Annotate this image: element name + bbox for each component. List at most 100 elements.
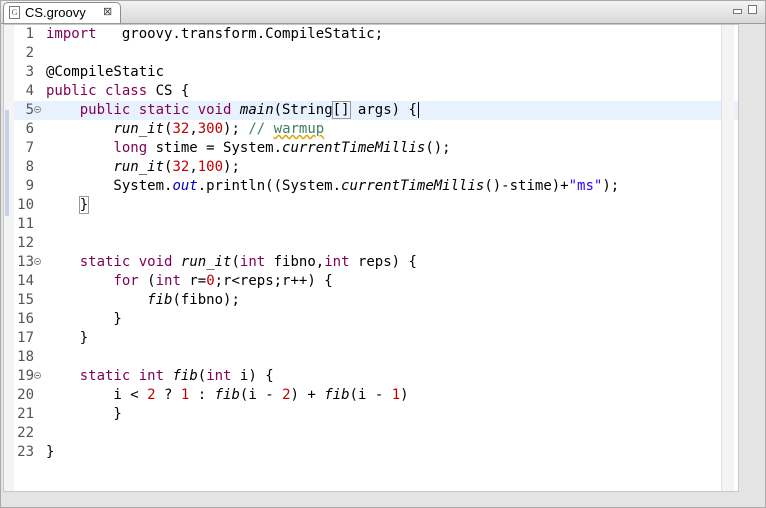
code-token: 32 xyxy=(172,159,190,175)
code-token: [] xyxy=(331,101,351,119)
code-line[interactable]: 23} xyxy=(14,443,738,462)
code-token: main xyxy=(239,102,274,118)
code-token: (fibno); xyxy=(172,292,240,308)
line-number: 17 xyxy=(17,330,34,346)
code-token: fib xyxy=(214,387,240,403)
code-token: 100 xyxy=(197,159,224,175)
code-token: 0 xyxy=(206,273,215,289)
code-line[interactable]: 1 import groovy.transform.CompileStatic; xyxy=(14,25,738,44)
line-number: 1 xyxy=(25,26,34,42)
overview-ruler[interactable] xyxy=(721,25,734,491)
code-token: 32 xyxy=(172,121,190,137)
code-token: fib xyxy=(172,368,198,384)
fold-toggle-icon[interactable] xyxy=(34,258,41,265)
code-token: } xyxy=(78,196,90,214)
text-caret xyxy=(417,102,419,118)
code-token: ? xyxy=(155,387,181,403)
code-token: r= xyxy=(180,273,207,289)
code-token: for xyxy=(113,273,139,289)
code-text: i < 2 ? 1 : fib(i - 2) + fib(i - 1) xyxy=(46,386,408,405)
line-number: 11 xyxy=(17,216,34,232)
code-token: int xyxy=(138,368,165,384)
code-line[interactable]: 7 long stime = System.currentTimeMillis(… xyxy=(14,139,738,158)
code-line[interactable]: 22 xyxy=(14,424,738,443)
code-line[interactable]: 6 run_it(32,300); // warmup xyxy=(14,120,738,139)
code-line[interactable]: 9 System.out.println((System.currentTime… xyxy=(14,177,738,196)
code-lines[interactable]: 1 import groovy.transform.CompileStatic; 2… xyxy=(14,25,738,462)
code-token: void xyxy=(138,254,173,270)
annotation-ruler xyxy=(4,25,14,491)
tab-title: CS.groovy xyxy=(25,5,86,20)
code-token: currentTimeMillis xyxy=(341,178,485,194)
code-text: static int fib(int i) { xyxy=(46,367,274,386)
code-token: groovy.transform.CompileStatic; xyxy=(96,26,384,42)
code-line[interactable]: 8 run_it(32,100); xyxy=(14,158,738,177)
code-token: ) + xyxy=(290,387,325,403)
code-text: } xyxy=(46,196,90,215)
code-line[interactable]: 21 } xyxy=(14,405,738,424)
maximize-icon[interactable] xyxy=(748,5,757,14)
code-line[interactable]: 3 @CompileStatic xyxy=(14,63,738,82)
line-number: 14 xyxy=(17,273,34,289)
code-line[interactable]: 5 public static void main(String[] args)… xyxy=(14,101,738,120)
code-line[interactable]: 12 xyxy=(14,234,738,253)
code-line[interactable]: 15 fib(fibno); xyxy=(14,291,738,310)
line-number: 13 xyxy=(17,254,34,270)
code-token: long xyxy=(113,140,148,156)
code-token: ); xyxy=(602,178,620,194)
close-tab-icon[interactable]: ⊠ xyxy=(103,5,112,18)
line-number: 6 xyxy=(25,121,34,137)
code-text: for (int r=0;r<reps;r++) { xyxy=(46,272,332,291)
minimize-icon[interactable] xyxy=(733,9,742,14)
line-number: 12 xyxy=(17,235,34,251)
code-text: } xyxy=(46,329,88,348)
code-token: (String xyxy=(273,102,333,118)
code-line[interactable]: 17 } xyxy=(14,329,738,348)
tab-cs-groovy[interactable]: G CS.groovy ⊠ xyxy=(3,2,121,23)
code-line[interactable]: 16 } xyxy=(14,310,738,329)
code-line[interactable]: 11 xyxy=(14,215,738,234)
fold-toggle-icon[interactable] xyxy=(34,106,41,113)
line-number: 23 xyxy=(17,444,34,460)
code-line[interactable]: 2 xyxy=(14,44,738,63)
code-token: public xyxy=(79,102,131,118)
code-token: i < xyxy=(46,387,148,403)
code-token: 1 xyxy=(391,387,401,403)
code-line[interactable]: 20 i < 2 ? 1 : fib(i - 2) + fib(i - 1) xyxy=(14,386,738,405)
fold-toggle-icon[interactable] xyxy=(34,372,41,379)
code-line[interactable]: 13 static void run_it(int fibno,int reps… xyxy=(14,253,738,272)
line-number: 20 xyxy=(17,387,34,403)
code-token: int xyxy=(239,254,266,270)
code-line[interactable]: 4 public class CS { xyxy=(14,82,738,101)
code-text: public class CS { xyxy=(46,82,189,101)
code-line[interactable]: 19 static int fib(int i) { xyxy=(14,367,738,386)
line-number: 19 xyxy=(17,368,34,384)
code-token: warmup xyxy=(273,121,325,137)
code-line[interactable]: 18 xyxy=(14,348,738,367)
code-text: long stime = System.currentTimeMillis(); xyxy=(46,139,450,158)
code-editor[interactable]: 1 import groovy.transform.CompileStatic; 2… xyxy=(3,24,739,492)
code-token: 2 xyxy=(147,387,156,403)
code-token: run_it xyxy=(180,254,232,270)
line-number: 9 xyxy=(25,178,34,194)
code-line[interactable]: 14 for (int r=0;r<reps;r++) { xyxy=(14,272,738,291)
code-token: (i - xyxy=(239,387,283,403)
code-token: } xyxy=(46,444,55,460)
code-token: } xyxy=(46,311,122,327)
code-token: ); xyxy=(223,121,249,137)
code-token: static xyxy=(138,102,190,118)
code-text: } xyxy=(46,405,121,424)
line-number: 2 xyxy=(25,45,34,61)
code-line[interactable]: 10 } xyxy=(14,196,738,215)
code-token: @CompileStatic xyxy=(46,64,165,80)
code-token: 300 xyxy=(197,121,224,137)
